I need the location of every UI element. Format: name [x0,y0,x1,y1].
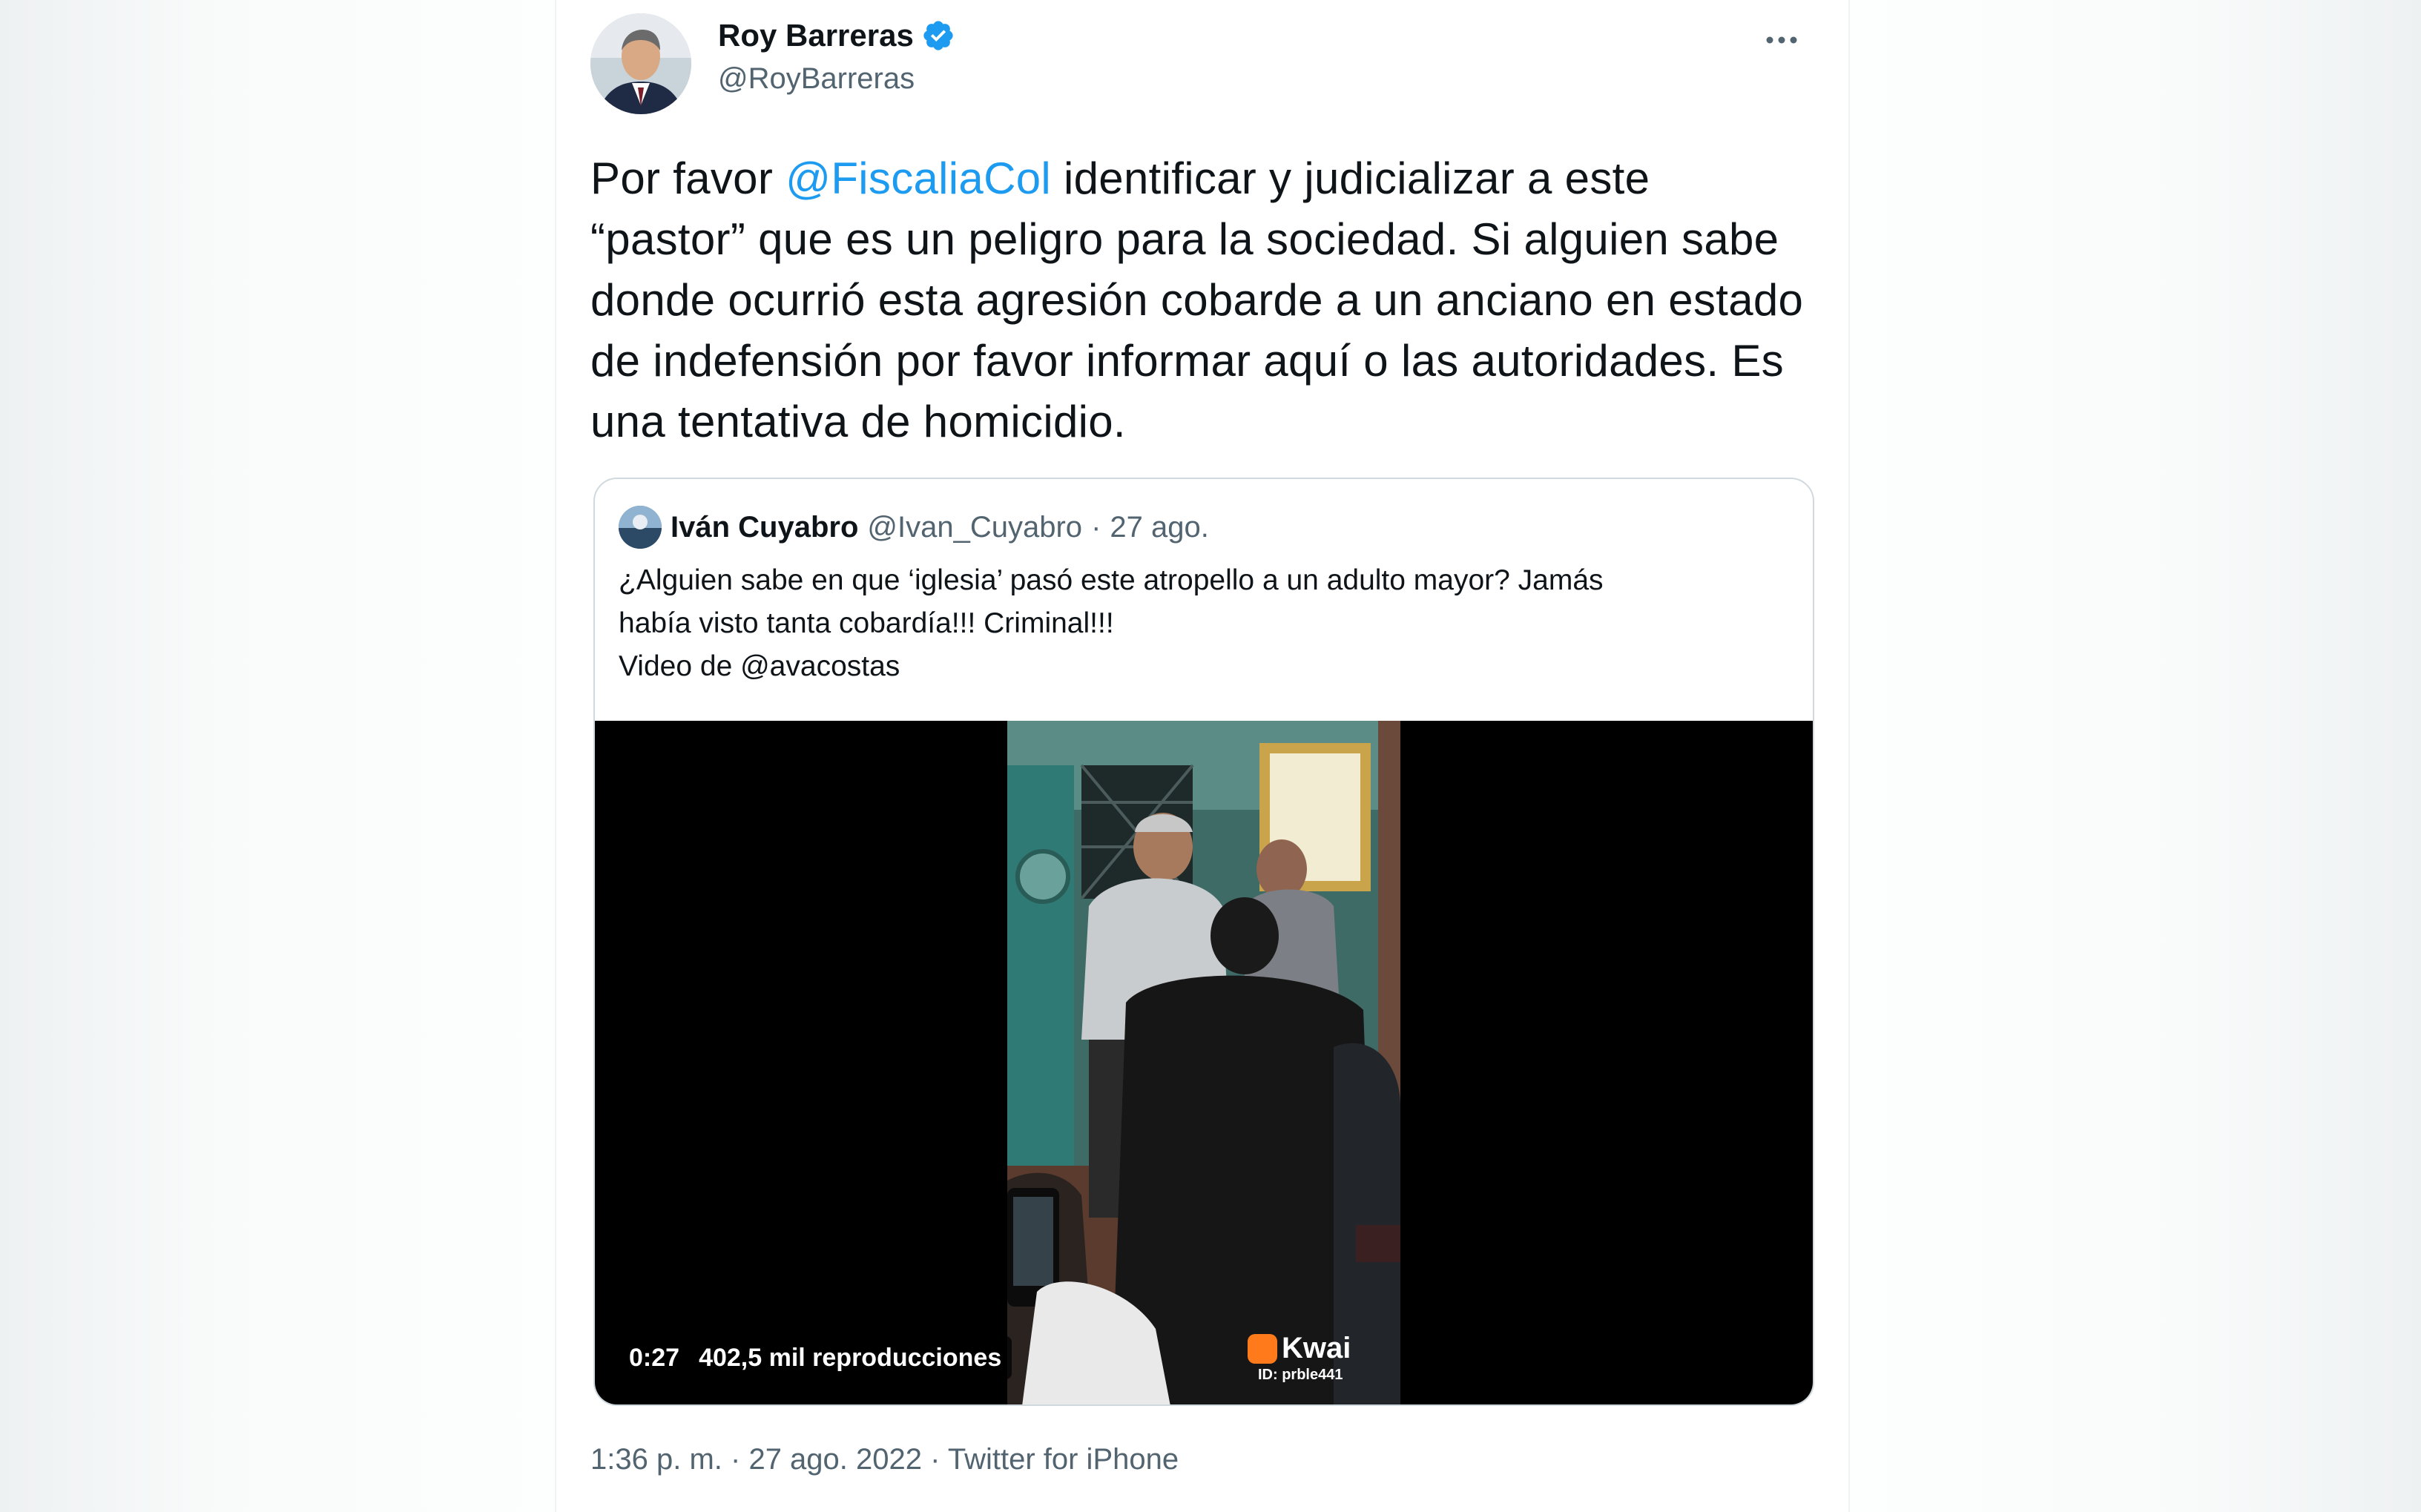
page-background: Roy Barreras @RoyBarreras Por favor @Fis… [0,0,2421,1512]
tweet-header: Roy Barreras @RoyBarreras [590,13,1822,117]
kwai-logo-icon [1248,1333,1277,1364]
quoted-author-name: Iván Cuyabro [671,510,859,544]
footer-separator: · [930,1443,941,1476]
verified-badge-icon [921,19,955,53]
quoted-text-line: ¿Alguien sabe en que ‘iglesia’ pasó este… [619,564,1604,596]
tweet-text: Por favor @FiscaliaCol identificar y jud… [590,148,1807,452]
quoted-tweet[interactable]: Iván Cuyabro @Ivan_Cuyabro · 27 ago. ¿Al… [593,478,1814,1406]
tweet-date[interactable]: 27 ago. 2022 [748,1443,922,1476]
tweet-footer: 1:36 p. m. · 27 ago. 2022 · Twitter for … [590,1443,1179,1476]
tweet-source[interactable]: Twitter for iPhone [948,1443,1179,1476]
author-handle[interactable]: @RoyBarreras [718,62,915,96]
kwai-watermark: Kwai ID: prble441 [1248,1332,1351,1384]
author-name[interactable]: Roy Barreras [718,18,914,53]
quoted-text-line: había visto tanta cobardía!!! Criminal!!… [619,607,1114,639]
quoted-text-line: Video de @avacostas [619,650,900,682]
quoted-separator: · [1091,510,1101,544]
quoted-date: 27 ago. [1110,510,1209,544]
video-stats-overlay: 0:27 402,5 mil reproducciones [617,1336,1012,1379]
avatar[interactable] [590,13,691,114]
more-options-button[interactable] [1759,25,1804,55]
quoted-text: ¿Alguien sabe en que ‘iglesia’ pasó este… [619,559,1776,688]
kwai-watermark-id: ID: prble441 [1258,1367,1343,1383]
more-dots-icon [1766,36,1797,44]
author-name-row: Roy Barreras [718,18,955,53]
video-duration: 0:27 [629,1343,680,1372]
quoted-tweet-header: Iván Cuyabro @Ivan_Cuyabro · 27 ago. [619,506,1209,549]
footer-separator: · [731,1443,741,1476]
tweet-card: Roy Barreras @RoyBarreras Por favor @Fis… [555,0,1850,1512]
tweet-text-part1: Por favor [590,153,786,203]
quoted-avatar [619,506,662,549]
quoted-author-handle: @Ivan_Cuyabro [867,510,1083,544]
tweet-time[interactable]: 1:36 p. m. [590,1443,722,1476]
mention-link[interactable]: @FiscaliaCol [785,153,1051,203]
video-frame-image [1007,721,1400,1404]
kwai-watermark-text: Kwai [1282,1332,1351,1364]
video-player[interactable]: 0:27 402,5 mil reproducciones Kwai ID: p… [595,721,1813,1404]
video-views: 402,5 mil reproducciones [699,1343,1002,1372]
